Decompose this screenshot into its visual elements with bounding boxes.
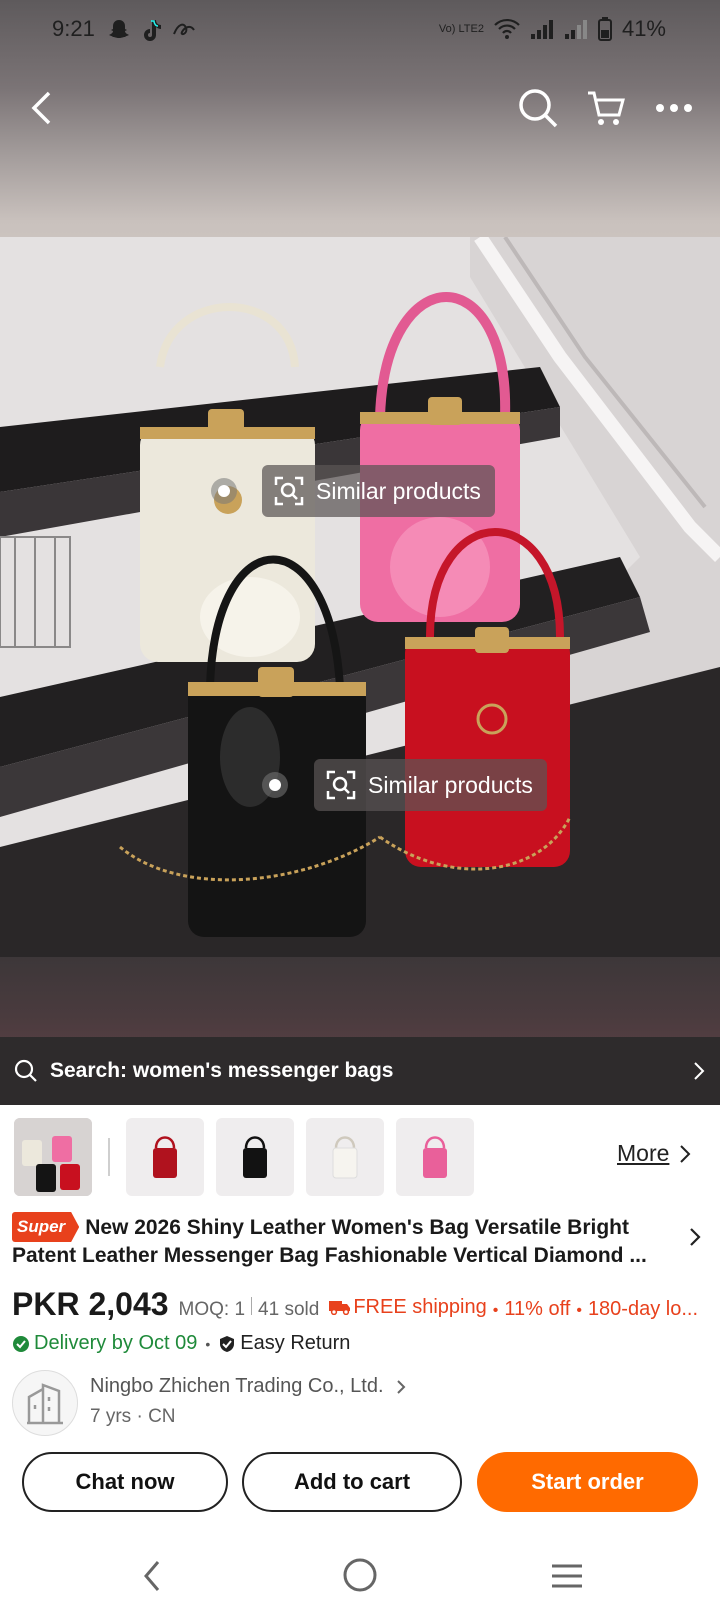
- variant-thumbnails: More: [0, 1118, 720, 1198]
- divider: [251, 1297, 253, 1315]
- chevron-right-icon: [694, 1062, 705, 1080]
- price-row: PKR 2,043 MOQ: 1 41 sold FREE shipping •…: [12, 1286, 712, 1323]
- snapchat-icon: [109, 20, 129, 38]
- delivery-row: Delivery by Oct 09 • Easy Return: [12, 1332, 350, 1355]
- tiktok-icon: [144, 20, 161, 41]
- red-bag-thumbnail: [153, 1136, 177, 1178]
- back-arrow-icon: [31, 91, 51, 125]
- similar-products-label: Similar products: [316, 477, 481, 504]
- image-search-icon: [274, 476, 304, 506]
- building-icon: [27, 1383, 63, 1425]
- more-dots-icon: [656, 104, 692, 112]
- start-order-button[interactable]: Start order: [477, 1452, 698, 1512]
- image-search-icon: [326, 770, 356, 800]
- moq: MOQ: 1: [178, 1299, 246, 1320]
- check-shield-icon: [13, 1335, 29, 1352]
- price: PKR 2,043: [12, 1286, 169, 1322]
- product-title: Super New 2026 Shiny Leather Women's Bag …: [12, 1212, 702, 1270]
- seller-name: Ningbo Zhichen Trading Co., Ltd.: [90, 1375, 384, 1397]
- network-label: Vo) LTE2: [438, 22, 484, 35]
- related-search-bar[interactable]: Search: women's messenger bags: [0, 1037, 720, 1105]
- white-bag-thumbnail: [332, 1136, 358, 1179]
- truck-icon: [329, 1301, 351, 1315]
- system-back-icon[interactable]: [140, 1558, 164, 1594]
- search-icon: [519, 89, 558, 128]
- chat-now-button[interactable]: Chat now: [22, 1452, 228, 1512]
- seller-meta: 7 yrs · CN: [90, 1406, 176, 1428]
- dot-separator: •: [205, 1335, 211, 1352]
- more-variants-link[interactable]: More: [617, 1140, 691, 1167]
- dot-separator: ·: [136, 1406, 149, 1427]
- signal-icon: [530, 20, 553, 39]
- add-to-cart-button[interactable]: Add to cart: [242, 1452, 462, 1512]
- more-options-button[interactable]: [648, 82, 700, 134]
- wifi-icon: [494, 18, 520, 39]
- free-shipping: FREE shipping: [329, 1295, 487, 1319]
- seller-country: CN: [148, 1406, 176, 1427]
- black-bag-thumbnail: [243, 1136, 267, 1178]
- free-shipping-label: FREE shipping: [353, 1295, 487, 1318]
- pink-bag-thumbnail: [423, 1136, 447, 1178]
- sold-count: 41 sold: [258, 1299, 320, 1320]
- thumbnail-white[interactable]: [306, 1118, 384, 1196]
- cart-icon: [588, 91, 625, 125]
- hotspot-marker[interactable]: [262, 772, 288, 798]
- battery-icon: [597, 17, 612, 41]
- thumbnail-red[interactable]: [126, 1118, 204, 1196]
- status-time: 9:21: [52, 16, 95, 41]
- seller-years: 7 yrs: [90, 1406, 132, 1427]
- system-navigation-bar: [0, 1540, 720, 1612]
- chevron-right-icon: [396, 1379, 405, 1394]
- chevron-right-icon: [680, 1144, 691, 1163]
- discount: 11% off: [504, 1298, 571, 1320]
- search-button[interactable]: [512, 82, 564, 134]
- thumbnail-image: [14, 1118, 92, 1196]
- product-title-text: New 2026 Shiny Leather Women's Bag Versa…: [12, 1216, 647, 1267]
- super-badge: Super: [12, 1212, 80, 1242]
- similar-products-tag[interactable]: Similar products: [314, 759, 547, 811]
- thumbnail-all[interactable]: [14, 1118, 92, 1196]
- returns-policy: 180-day lo...: [587, 1298, 699, 1320]
- thumbnail-pink[interactable]: [396, 1118, 474, 1196]
- dot-separator: •: [576, 1302, 582, 1319]
- status-right: Vo) LTE2 41%: [439, 16, 666, 42]
- system-menu-icon[interactable]: [550, 1562, 584, 1590]
- product-photo-illustration: [0, 237, 720, 957]
- similar-products-tag[interactable]: Similar products: [262, 465, 495, 517]
- seller-avatar[interactable]: [12, 1370, 78, 1436]
- delivery-date: Delivery by Oct 09: [34, 1332, 198, 1354]
- status-bar: 9:21 Vo) LTE2 41%: [0, 0, 720, 60]
- status-app-icons: [108, 18, 198, 42]
- back-button[interactable]: [17, 82, 69, 134]
- easy-return: Easy Return: [240, 1332, 351, 1354]
- similar-products-label: Similar products: [368, 771, 533, 798]
- system-home-icon[interactable]: [342, 1557, 378, 1593]
- search-icon: [14, 1059, 37, 1082]
- signal-2-icon: [564, 20, 587, 39]
- dot-separator: •: [492, 1302, 499, 1319]
- product-photo[interactable]: [0, 237, 720, 957]
- cart-button[interactable]: [580, 82, 632, 134]
- more-label: More: [617, 1140, 670, 1166]
- product-image-gallery[interactable]: 9:21 Vo) LTE2 41% Similar products Simil…: [0, 0, 720, 1105]
- hotspot-marker[interactable]: [211, 478, 237, 504]
- seller-name-link[interactable]: Ningbo Zhichen Trading Co., Ltd.: [90, 1375, 406, 1398]
- signature-app-icon: [173, 23, 195, 36]
- chevron-right-icon: [690, 1228, 701, 1246]
- thumbnail-black[interactable]: [216, 1118, 294, 1196]
- thumbnail-divider: [108, 1138, 110, 1176]
- battery-percent: 41%: [621, 16, 666, 41]
- product-title-row[interactable]: Super New 2026 Shiny Leather Women's Bag …: [12, 1212, 702, 1270]
- check-badge-icon: [220, 1335, 235, 1352]
- related-search-text: Search: women's messenger bags: [50, 1059, 394, 1082]
